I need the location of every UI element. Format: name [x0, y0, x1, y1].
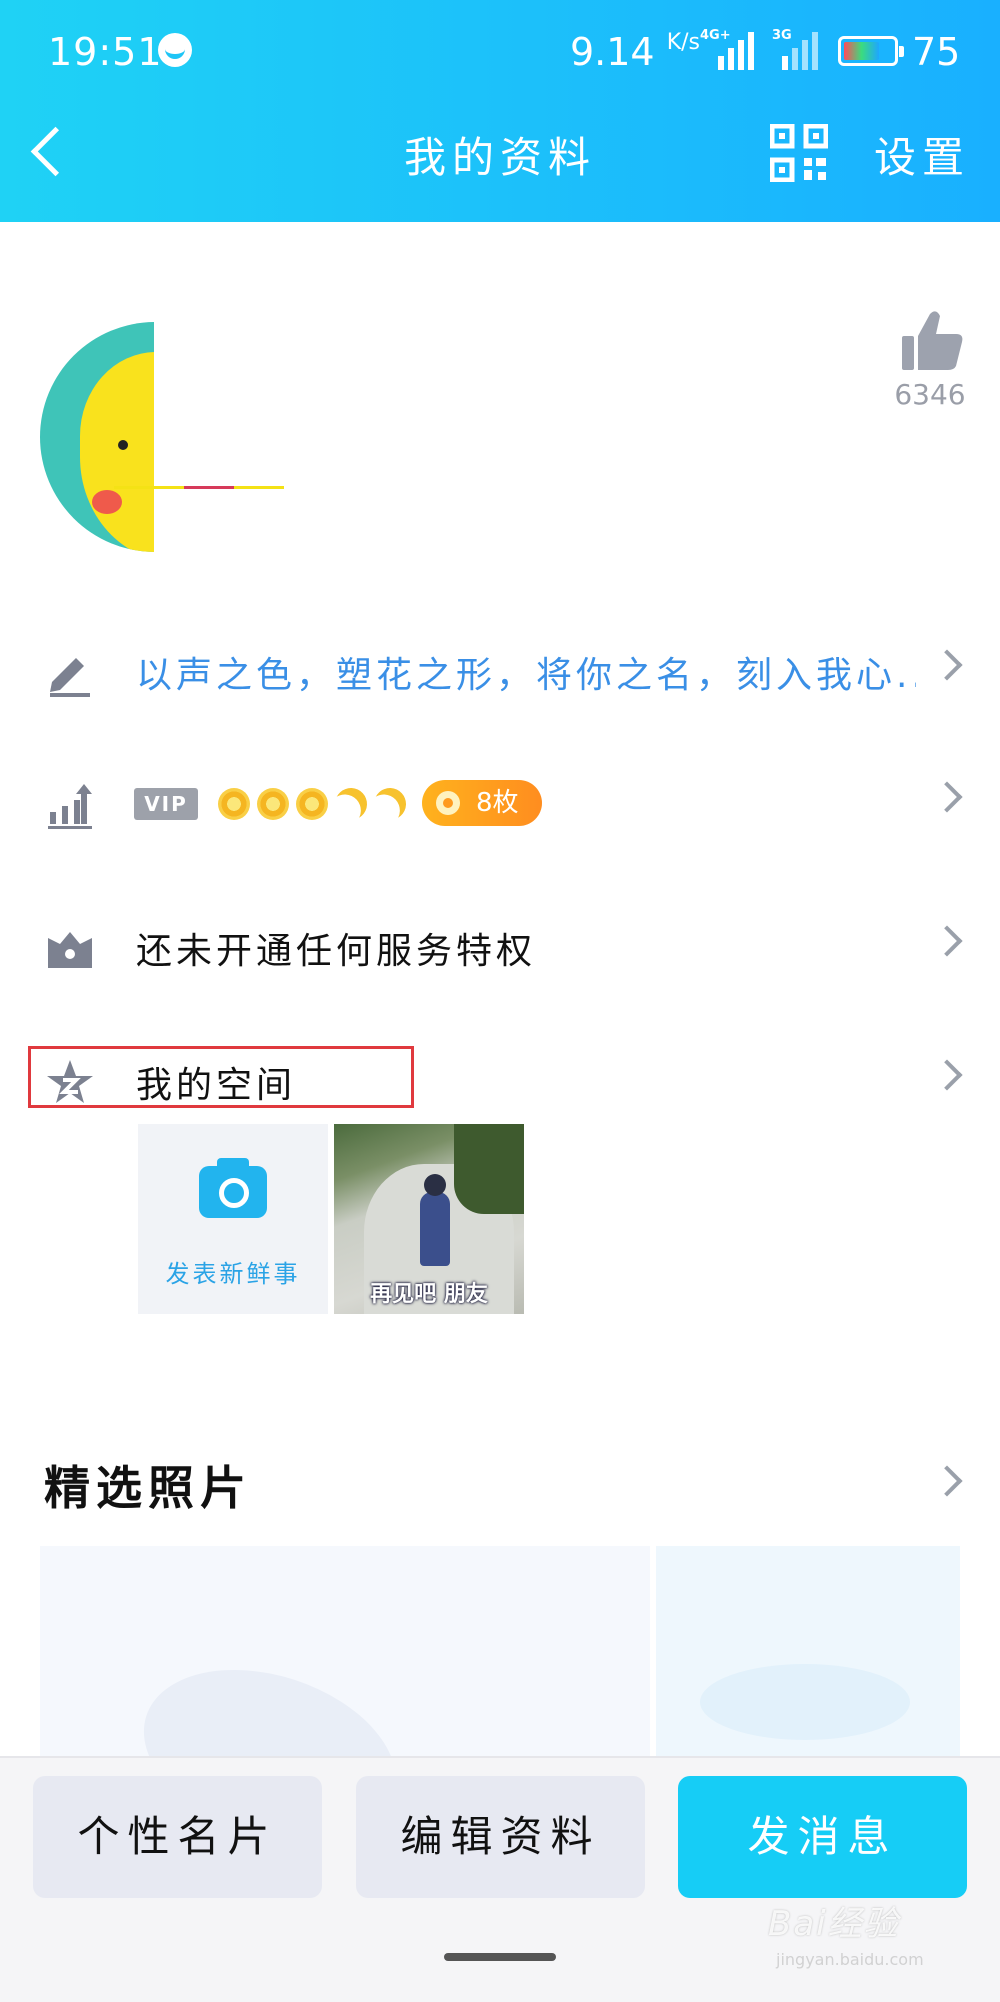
status-time: 19:51 [48, 30, 163, 74]
sun-level-icon [257, 788, 289, 820]
watermark-logo: Bai经验 [768, 1904, 900, 1944]
featured-photos-header[interactable] [900, 1440, 980, 1520]
chevron-right-icon [931, 781, 963, 813]
network-speed-value: 9.14 [570, 30, 655, 74]
settings-button[interactable]: 设置 [874, 124, 970, 185]
edit-pencil-icon [50, 658, 90, 697]
vip-badge: VIP [134, 788, 198, 820]
like-count: 6346 [894, 378, 966, 411]
featured-photo[interactable] [656, 1546, 960, 1756]
chevron-right-icon [931, 1059, 963, 1091]
post-new-update-tile[interactable]: 发表新鲜事 [138, 1124, 328, 1314]
send-message-button[interactable]: 发消息 [678, 1776, 967, 1898]
sun-level-icon [296, 788, 328, 820]
privilege-text: 还未开通任何服务特权 [136, 931, 537, 972]
photo-caption: 再见吧 朋友 [370, 1282, 488, 1307]
signature-text: 以声之色，塑花之形，将你之名，刻入我心... [136, 655, 916, 696]
featured-photos-title: 精选照片 [44, 1461, 252, 1515]
fish-placeholder-icon [700, 1664, 910, 1740]
battery-icon [838, 36, 904, 66]
signal-4g-icon: 4G+ [700, 28, 760, 70]
signal-4g-label: 4G+ [700, 28, 731, 43]
space-photo-thumbnail[interactable]: 再见吧 朋友 [334, 1124, 524, 1314]
nickname-placeholder [114, 486, 284, 489]
featured-photo[interactable] [40, 1546, 650, 1756]
medal-count-badge[interactable]: 8枚 [422, 780, 542, 826]
feather-placeholder-icon [121, 1639, 419, 1756]
camera-icon [199, 1158, 267, 1218]
app-notification-icon [158, 33, 192, 67]
privilege-row[interactable]: 还未开通任何服务特权 [0, 896, 1000, 996]
signature-row[interactable]: 以声之色，塑花之形，将你之名，刻入我心... [0, 620, 1000, 720]
network-speed: 9.14 K/s [570, 30, 700, 74]
header-bar: 19:51 9.14 K/s 4G+ 3G 75 我的资料 设置 [0, 0, 1000, 222]
medal-icon [436, 791, 460, 815]
thumbs-up-icon[interactable] [890, 306, 970, 376]
edit-profile-button[interactable]: 编辑资料 [356, 1776, 645, 1898]
signal-3g-label: 3G [772, 28, 792, 43]
highlight-annotation-box [28, 1046, 414, 1108]
chevron-right-icon [931, 925, 963, 957]
watermark-url: jingyan.baidu.com [776, 1950, 924, 1969]
level-up-icon [48, 784, 92, 829]
chevron-right-icon [931, 1465, 963, 1497]
child-figure [420, 1174, 450, 1266]
signal-3g-icon: 3G [772, 28, 832, 70]
avatar-image [40, 322, 154, 552]
page-title: 我的资料 [403, 133, 596, 182]
qr-code-icon[interactable] [770, 124, 828, 182]
avatar[interactable] [40, 322, 154, 552]
battery-percent: 75 [912, 30, 961, 74]
chevron-right-icon [931, 649, 963, 681]
post-new-update-label: 发表新鲜事 [165, 1260, 301, 1288]
sun-level-icon [218, 788, 250, 820]
home-indicator[interactable] [444, 1953, 556, 1961]
crown-icon [48, 932, 92, 968]
network-speed-unit: K/s [666, 30, 701, 55]
profile-card-button[interactable]: 个性名片 [33, 1776, 322, 1898]
medal-count-label: 8枚 [476, 788, 519, 818]
battery-fill [844, 42, 879, 60]
